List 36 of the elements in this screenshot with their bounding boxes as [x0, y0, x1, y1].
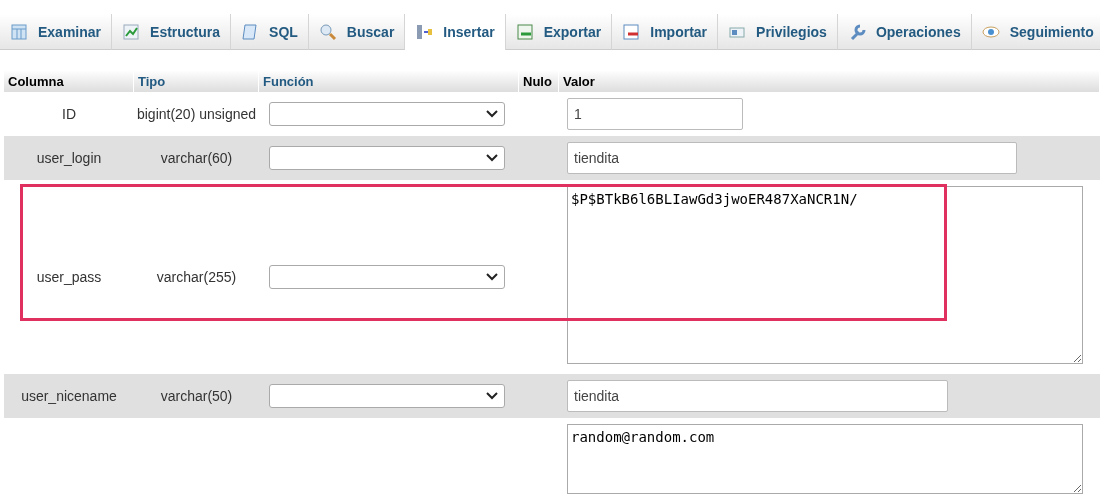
column-name: ID	[61, 106, 77, 122]
value-field[interactable]: tiendita	[567, 142, 1017, 174]
function-dropdown[interactable]	[269, 102, 505, 126]
column-type: varchar(60)	[159, 150, 234, 166]
tab[interactable]: Buscar	[308, 14, 406, 50]
chevron-down-icon	[486, 273, 498, 281]
chevron-down-icon	[486, 110, 498, 118]
value-field[interactable]: 1	[567, 98, 743, 130]
tab[interactable]: Operaciones	[837, 14, 972, 50]
chevron-down-icon	[486, 392, 498, 400]
tab-icon	[10, 22, 28, 41]
tab[interactable]: Importar	[612, 14, 719, 50]
function-dropdown[interactable]	[269, 384, 505, 408]
column-type: varchar(255)	[155, 269, 238, 285]
value-textarea[interactable]: random@random.com	[567, 424, 1083, 494]
tab[interactable]: SQL	[231, 14, 309, 50]
tab[interactable]: Privilegios	[718, 14, 838, 50]
tab-icon	[318, 22, 337, 41]
chevron-down-icon	[486, 154, 498, 162]
tab[interactable]: Exportar	[505, 14, 613, 50]
tab-icon	[122, 22, 141, 41]
value-field[interactable]: tiendita	[567, 380, 948, 412]
column-name: user_pass	[35, 269, 103, 285]
tab-icon	[415, 23, 434, 41]
tab-icon	[622, 22, 641, 41]
tab-icon	[241, 22, 260, 41]
tab-icon	[515, 22, 534, 41]
function-dropdown[interactable]	[269, 265, 505, 289]
function-dropdown[interactable]	[269, 146, 505, 170]
tab[interactable]: Examinar	[0, 14, 113, 50]
column-name: user_nicename	[20, 388, 118, 404]
column-name: user_login	[35, 150, 103, 166]
column-type: bigint(20) unsigned	[135, 106, 258, 122]
value-textarea[interactable]: $P$BTkB6l6BLIawGd3jwoER487XaNCR1N/	[567, 186, 1083, 364]
tab[interactable]: Estructura	[112, 14, 232, 50]
column-type: varchar(50)	[159, 388, 234, 404]
